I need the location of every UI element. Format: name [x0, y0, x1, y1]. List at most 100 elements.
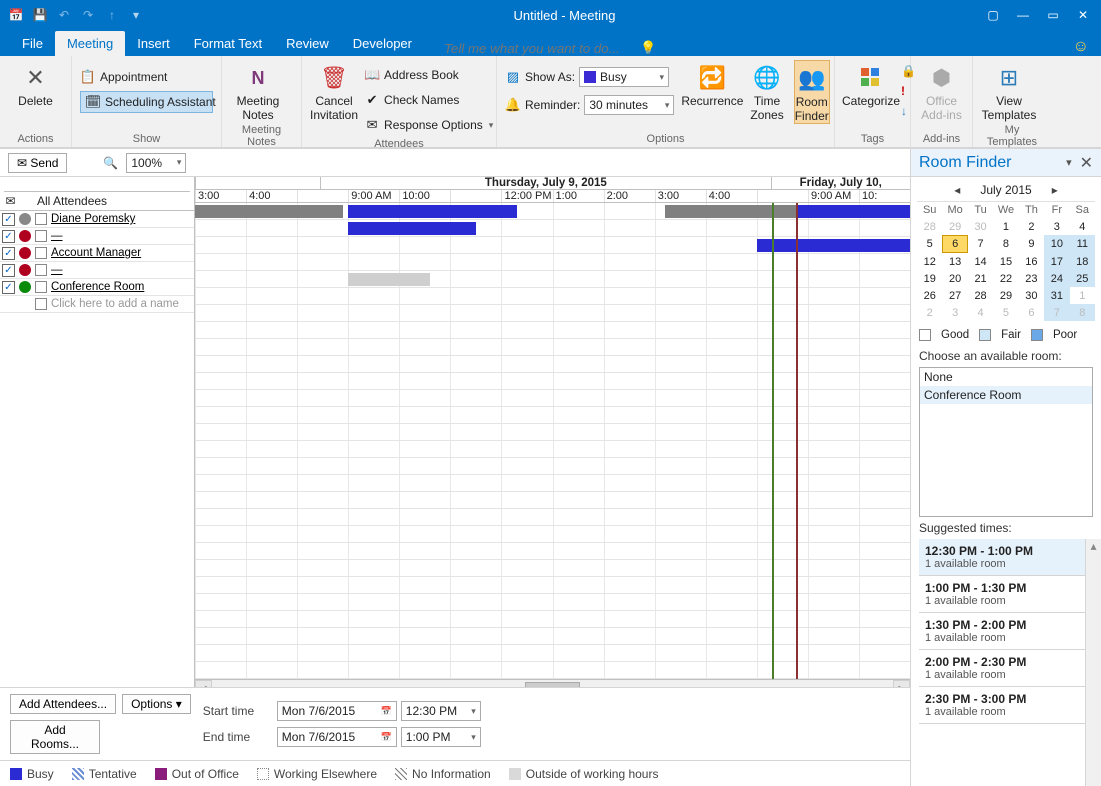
calendar-day[interactable]: 31 [1044, 287, 1069, 304]
start-date-field[interactable]: Mon 7/6/2015📅 [277, 701, 397, 721]
calendar-day[interactable]: 2 [1019, 218, 1044, 235]
calendar-day[interactable]: 2 [917, 304, 942, 321]
attendee-checkbox[interactable]: ✓ [2, 264, 15, 277]
calendar-day[interactable]: 26 [917, 287, 942, 304]
calendar-day[interactable]: 3 [942, 304, 967, 321]
room-list[interactable]: NoneConference Room [919, 367, 1093, 517]
options-button[interactable]: Options ▾ [122, 694, 191, 714]
end-date-field[interactable]: Mon 7/6/2015📅 [277, 727, 397, 747]
scroll-left-icon[interactable]: ◂ [195, 680, 212, 687]
calendar-day[interactable]: 30 [1019, 287, 1044, 304]
calendar-day[interactable]: 16 [1019, 253, 1044, 270]
attendee-checkbox[interactable]: ✓ [2, 247, 15, 260]
tab-review[interactable]: Review [274, 31, 341, 56]
qat-dropdown-icon[interactable]: ▾ [128, 7, 144, 23]
save-icon[interactable]: 💾 [32, 7, 48, 23]
feedback-smiley-icon[interactable]: ☺ [1073, 38, 1089, 56]
close-icon[interactable]: ✕ [1075, 8, 1091, 22]
office-addins-button[interactable]: ⬢ Office Add-ins [919, 60, 964, 122]
check-names-button[interactable]: ✔Check Names [364, 89, 493, 111]
pane-close-icon[interactable]: ✕ [1080, 153, 1093, 173]
calendar-day[interactable]: 7 [968, 235, 993, 253]
calendar-day[interactable]: 15 [993, 253, 1018, 270]
calendar-day[interactable]: 22 [993, 270, 1018, 287]
address-book-button[interactable]: 📖Address Book [364, 64, 493, 86]
calendar-day[interactable]: 6 [1019, 304, 1044, 321]
add-attendees-button[interactable]: Add Attendees... [10, 694, 116, 714]
attendee-row[interactable]: ✓ Conference Room [0, 279, 194, 296]
calendar-day[interactable]: 19 [917, 270, 942, 287]
calendar-day[interactable]: 1 [993, 218, 1018, 235]
attendee-row[interactable]: ✓ — [0, 228, 194, 245]
view-templates-button[interactable]: ⊞ View Templates [981, 60, 1037, 122]
calendar-day[interactable]: 10 [1044, 235, 1069, 253]
attendee-checkbox[interactable]: ✓ [2, 213, 15, 226]
qat-arrow-icon[interactable]: ↑ [104, 7, 120, 23]
calendar-day[interactable]: 6 [942, 235, 967, 253]
ribbon-options-icon[interactable]: ▢ [985, 8, 1001, 22]
tell-me-box[interactable]: 💡 [444, 40, 1073, 56]
suggested-time-item[interactable]: 2:30 PM - 3:00 PM1 available room [919, 687, 1085, 724]
tab-developer[interactable]: Developer [341, 31, 424, 56]
cancel-invitation-button[interactable]: 🗑 Cancel Invitation [310, 60, 358, 122]
calendar-day[interactable]: 14 [968, 253, 993, 270]
calendar-day[interactable]: 20 [942, 270, 967, 287]
appointment-button[interactable]: 📋 Appointment [80, 66, 213, 88]
mini-calendar[interactable]: ◂ July 2015 ▸ SuMoTuWeThFrSa282930123456… [911, 177, 1101, 325]
meeting-notes-button[interactable]: N Meeting Notes [230, 60, 286, 122]
attendee-checkbox[interactable]: ✓ [2, 230, 15, 243]
calendar-day[interactable]: 28 [917, 218, 942, 235]
reminder-dropdown[interactable]: 30 minutes▾ [584, 95, 674, 115]
prev-month-icon[interactable]: ◂ [954, 183, 960, 197]
zoom-dropdown[interactable]: 100%▾ [126, 153, 186, 173]
add-rooms-button[interactable]: Add Rooms... [10, 720, 100, 754]
delete-button[interactable]: ✕ Delete [8, 60, 63, 108]
calendar-day[interactable]: 1 [1070, 287, 1095, 304]
maximize-icon[interactable]: ▭ [1045, 8, 1061, 22]
calendar-day[interactable]: 29 [942, 218, 967, 235]
tab-format-text[interactable]: Format Text [182, 31, 274, 56]
calendar-day[interactable]: 3 [1044, 218, 1069, 235]
calendar-day[interactable]: 24 [1044, 270, 1069, 287]
calendar-day[interactable]: 18 [1070, 253, 1095, 270]
add-name-row[interactable]: Click here to add a name [0, 296, 194, 313]
categorize-button[interactable]: Categorize [843, 60, 899, 108]
calendar-day[interactable]: 25 [1070, 270, 1095, 287]
suggested-time-item[interactable]: 1:30 PM - 2:00 PM1 available room [919, 613, 1085, 650]
attendee-checkbox[interactable]: ✓ [2, 281, 15, 294]
room-finder-button[interactable]: 👥 Room Finder [794, 60, 830, 124]
room-list-item[interactable]: Conference Room [920, 386, 1092, 404]
suggested-times-list[interactable]: 12:30 PM - 1:00 PM1 available room1:00 P… [919, 539, 1085, 786]
end-time-field[interactable]: 1:00 PM▾ [401, 727, 481, 747]
scheduling-assistant-button[interactable]: 🗓 Scheduling Assistant [80, 91, 213, 113]
tab-insert[interactable]: Insert [125, 31, 182, 56]
calendar-day[interactable]: 23 [1019, 270, 1044, 287]
suggested-time-item[interactable]: 12:30 PM - 1:00 PM1 available room [919, 539, 1085, 576]
minimize-icon[interactable]: — [1015, 8, 1031, 22]
suggested-time-item[interactable]: 2:00 PM - 2:30 PM1 available room [919, 650, 1085, 687]
scroll-right-icon[interactable]: ▸ [893, 680, 910, 687]
calendar-day[interactable]: 17 [1044, 253, 1069, 270]
calendar-day[interactable]: 8 [1070, 304, 1095, 321]
response-options-button[interactable]: ✉Response Options▾ [364, 114, 493, 136]
room-list-item[interactable]: None [920, 368, 1092, 386]
calendar-day[interactable]: 30 [968, 218, 993, 235]
send-button[interactable]: ✉ Send [8, 153, 67, 173]
calendar-day[interactable]: 29 [993, 287, 1018, 304]
horizontal-scrollbar[interactable]: ◂ ▸ [195, 679, 910, 687]
calendar-day[interactable]: 27 [942, 287, 967, 304]
suggested-time-item[interactable]: 1:00 PM - 1:30 PM1 available room [919, 576, 1085, 613]
calendar-day[interactable]: 13 [942, 253, 967, 270]
calendar-day[interactable]: 12 [917, 253, 942, 270]
tell-me-input[interactable] [444, 41, 624, 56]
tab-file[interactable]: File [10, 31, 55, 56]
attendee-row[interactable]: ✓ Account Manager [0, 245, 194, 262]
calendar-day[interactable]: 7 [1044, 304, 1069, 321]
meeting-selection-marker[interactable] [772, 203, 798, 679]
calendar-day[interactable]: 28 [968, 287, 993, 304]
zoom-icon[interactable]: 🔍 [103, 156, 118, 170]
tab-meeting[interactable]: Meeting [55, 31, 125, 56]
calendar-day[interactable]: 8 [993, 235, 1018, 253]
redo-icon[interactable]: ↷ [80, 7, 96, 23]
next-month-icon[interactable]: ▸ [1052, 183, 1058, 197]
